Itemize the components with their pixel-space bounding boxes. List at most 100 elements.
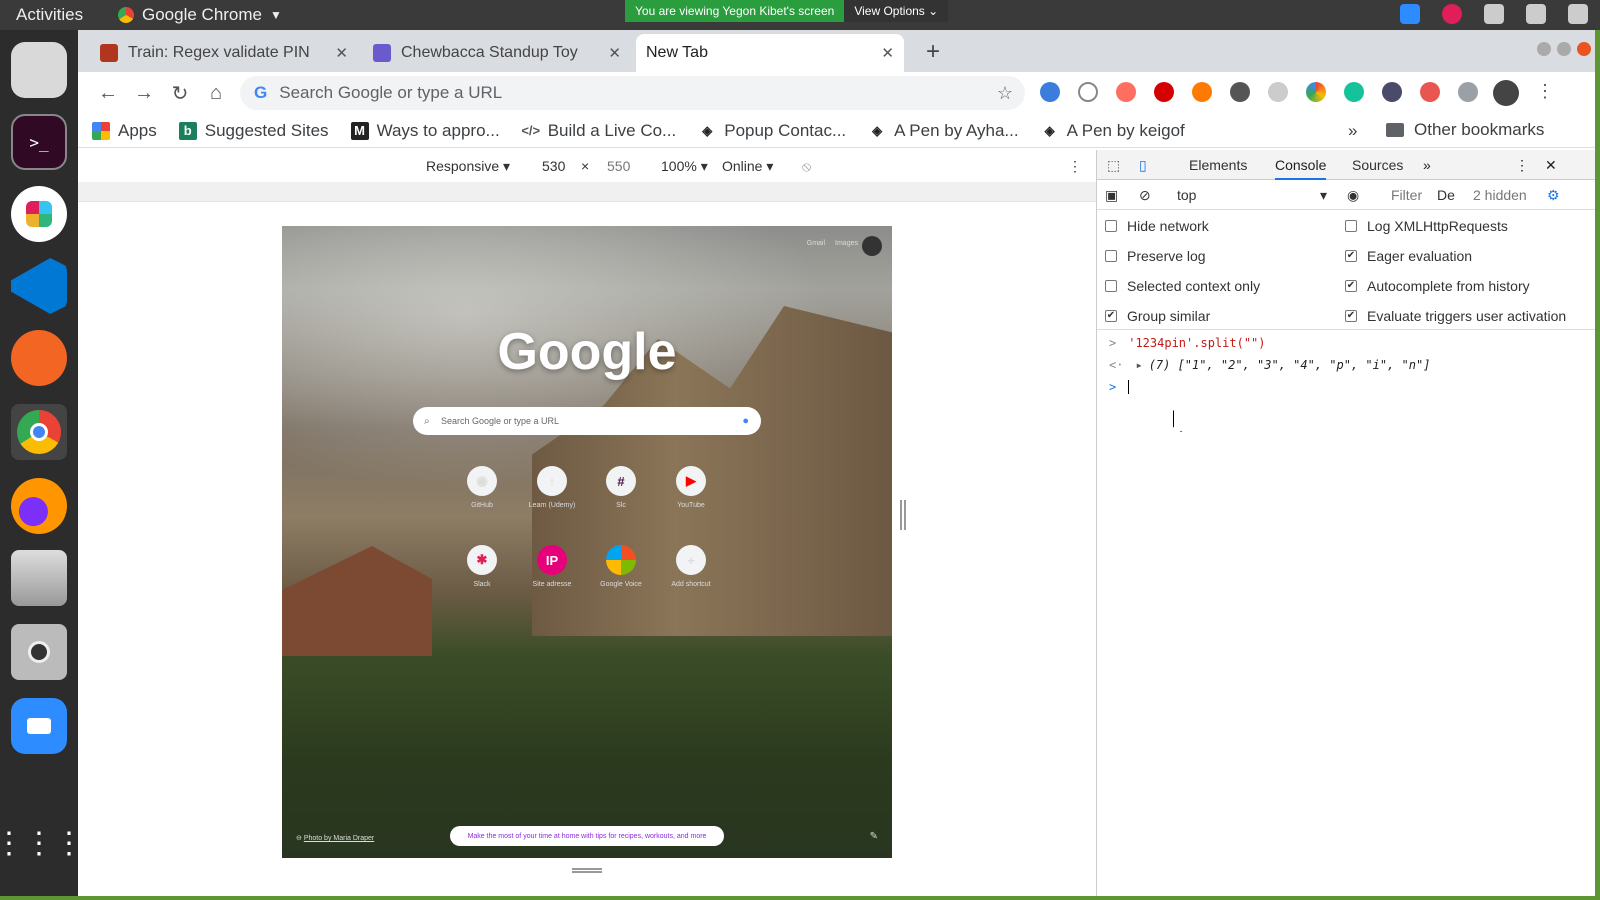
checkbox-icon[interactable]: [1105, 280, 1117, 292]
preserve-log-option[interactable]: Preserve log: [1105, 248, 1206, 264]
device-toggle-icon[interactable]: ▯: [1139, 157, 1147, 174]
grammarly-icon[interactable]: [1344, 82, 1364, 102]
photo-credit[interactable]: ⊖ Photo by Maria Draper: [296, 834, 374, 842]
console-settings-gear-icon[interactable]: ⚙: [1547, 187, 1560, 204]
back-icon[interactable]: ←: [90, 82, 126, 105]
console-result-line[interactable]: <· ▸ (7) ["1", "2", "3", "4", "p", "i", "n…: [1109, 358, 1430, 372]
bookmark-pen-keigof[interactable]: ◈ A Pen by keigof: [1041, 121, 1185, 141]
close-window-icon[interactable]: [1577, 42, 1591, 56]
puzzle-icon[interactable]: [1458, 82, 1478, 102]
shortcut-learn[interactable]: ↑ Learn (Udemy): [522, 466, 582, 509]
group-similar-option[interactable]: ✔ Group similar: [1105, 308, 1210, 324]
tab-chewbacca[interactable]: Chewbacca Standup Toy ✕: [363, 34, 631, 72]
pencil-app-icon[interactable]: [11, 330, 67, 386]
adblock-icon[interactable]: [1154, 82, 1174, 102]
viewport-width-input[interactable]: 530: [542, 158, 565, 174]
shortcut-slack[interactable]: ✱ Slack: [452, 545, 512, 588]
rotate-icon[interactable]: ⦸: [802, 158, 811, 175]
shortcut-youtube[interactable]: ▶ YouTube: [661, 466, 721, 509]
bookmark-star-icon[interactable]: ☆: [997, 83, 1013, 104]
bookmark-apps[interactable]: Apps: [92, 121, 157, 141]
bookmark-build[interactable]: </> Build a Live Co...: [521, 121, 676, 141]
console-filter-input[interactable]: Filter: [1391, 187, 1422, 203]
chrome-app-icon[interactable]: [11, 404, 67, 460]
eager-evaluation-option[interactable]: ✔ Eager evaluation: [1345, 248, 1472, 264]
device-mode-select[interactable]: Responsive ▾: [426, 158, 510, 175]
activities-button[interactable]: Activities: [16, 5, 83, 25]
zoom-select[interactable]: 100% ▾: [661, 158, 708, 175]
extension-icon[interactable]: [1040, 82, 1060, 102]
tab-sources[interactable]: Sources: [1352, 157, 1403, 173]
close-devtools-icon[interactable]: ✕: [1545, 157, 1557, 174]
more-tabs-icon[interactable]: »: [1423, 157, 1431, 173]
gmail-link[interactable]: Gmail: [807, 240, 825, 247]
ntp-avatar[interactable]: [862, 236, 882, 256]
checkbox-checked-icon[interactable]: ✔: [1105, 310, 1117, 322]
checkbox-icon[interactable]: [1345, 220, 1357, 232]
microphone-icon[interactable]: ●: [742, 415, 749, 427]
bookmarks-overflow-button[interactable]: »: [1348, 121, 1357, 141]
viewport-bottom-resize-handle[interactable]: [572, 868, 602, 873]
volume-icon[interactable]: [1526, 4, 1546, 24]
ntp-search-box[interactable]: ⌕ Search Google or type a URL ●: [413, 407, 761, 435]
clear-console-icon[interactable]: ⊘: [1139, 187, 1151, 204]
evaluate-triggers-option[interactable]: ✔ Evaluate triggers user activation: [1345, 308, 1566, 324]
bookmark-suggested-sites[interactable]: b Suggested Sites: [178, 121, 329, 141]
live-expression-eye-icon[interactable]: ◉: [1347, 187, 1359, 204]
new-tab-button[interactable]: +: [926, 38, 940, 66]
bookmark-pen-ayha[interactable]: ◈ A Pen by Ayha...: [868, 121, 1018, 141]
ntp-promo[interactable]: Make the most of your time at home with …: [450, 826, 724, 846]
tab-elements[interactable]: Elements: [1189, 157, 1247, 173]
images-link[interactable]: Images: [835, 240, 858, 247]
extension-icon[interactable]: [1306, 82, 1326, 102]
extension-icon[interactable]: [1230, 82, 1250, 102]
media-query-ruler[interactable]: [78, 182, 1096, 202]
context-select[interactable]: top ▾: [1177, 187, 1327, 204]
extension-icon[interactable]: [1268, 82, 1288, 102]
checkbox-checked-icon[interactable]: ✔: [1345, 280, 1357, 292]
inspect-element-icon[interactable]: ⬚: [1107, 157, 1120, 174]
reload-icon[interactable]: ↻: [162, 81, 198, 106]
app-menu[interactable]: Google Chrome ▼: [118, 5, 282, 25]
viewport-height-input[interactable]: 550: [607, 158, 630, 174]
home-icon[interactable]: ⌂: [198, 82, 234, 105]
power-menu-icon[interactable]: [1568, 4, 1588, 24]
view-options-button[interactable]: View Options ⌄: [844, 0, 949, 22]
bookmark-popup[interactable]: ◈ Popup Contac...: [698, 121, 846, 141]
shortcut-site[interactable]: IP Site adresse: [522, 545, 582, 588]
maximize-icon[interactable]: [1557, 42, 1571, 56]
log-xhr-option[interactable]: Log XMLHttpRequests: [1345, 218, 1508, 234]
checkbox-checked-icon[interactable]: ✔: [1345, 250, 1357, 262]
checkbox-icon[interactable]: [1105, 250, 1117, 262]
slack-tray-icon[interactable]: [1442, 4, 1462, 24]
network-throttle-select[interactable]: Online ▾: [722, 158, 773, 175]
bookmark-ways[interactable]: M Ways to appro...: [350, 121, 500, 141]
camera-app-icon[interactable]: [11, 624, 67, 680]
slack-app-icon[interactable]: [11, 186, 67, 242]
console-prompt-line[interactable]: >: [1109, 380, 1130, 394]
close-tab-icon[interactable]: ✕: [881, 44, 894, 62]
shortcut-slc[interactable]: # Slc: [591, 466, 651, 509]
autocomplete-history-option[interactable]: ✔ Autocomplete from history: [1345, 278, 1530, 294]
device-more-icon[interactable]: ⋮: [1068, 158, 1082, 175]
add-shortcut-button[interactable]: + Add shortcut: [661, 545, 721, 588]
extension-icon[interactable]: [1382, 82, 1402, 102]
chrome-menu-icon[interactable]: ⋮: [1536, 81, 1554, 102]
extension-icon[interactable]: [1192, 82, 1212, 102]
omnibox[interactable]: G Search Google or type a URL ☆: [240, 76, 1025, 110]
forward-icon[interactable]: →: [126, 82, 162, 105]
shortcut-google-voice[interactable]: Google Voice: [591, 545, 651, 588]
shortcut-github[interactable]: ◉ GitHub: [452, 466, 512, 509]
devtools-menu-icon[interactable]: ⋮: [1515, 157, 1529, 174]
extension-icon[interactable]: [1116, 82, 1136, 102]
zoom-app-icon[interactable]: [11, 698, 67, 754]
show-apps-icon[interactable]: ⋮⋮⋮: [0, 816, 84, 872]
files-app-icon[interactable]: [11, 42, 67, 98]
extension-icon[interactable]: [1420, 82, 1440, 102]
checkbox-checked-icon[interactable]: ✔: [1345, 310, 1357, 322]
vscode-app-icon[interactable]: [11, 258, 67, 314]
zoom-tray-icon[interactable]: [1400, 4, 1420, 24]
profile-avatar[interactable]: [1493, 80, 1519, 106]
selected-context-option[interactable]: Selected context only: [1105, 278, 1260, 294]
other-bookmarks[interactable]: Other bookmarks: [1386, 120, 1544, 140]
